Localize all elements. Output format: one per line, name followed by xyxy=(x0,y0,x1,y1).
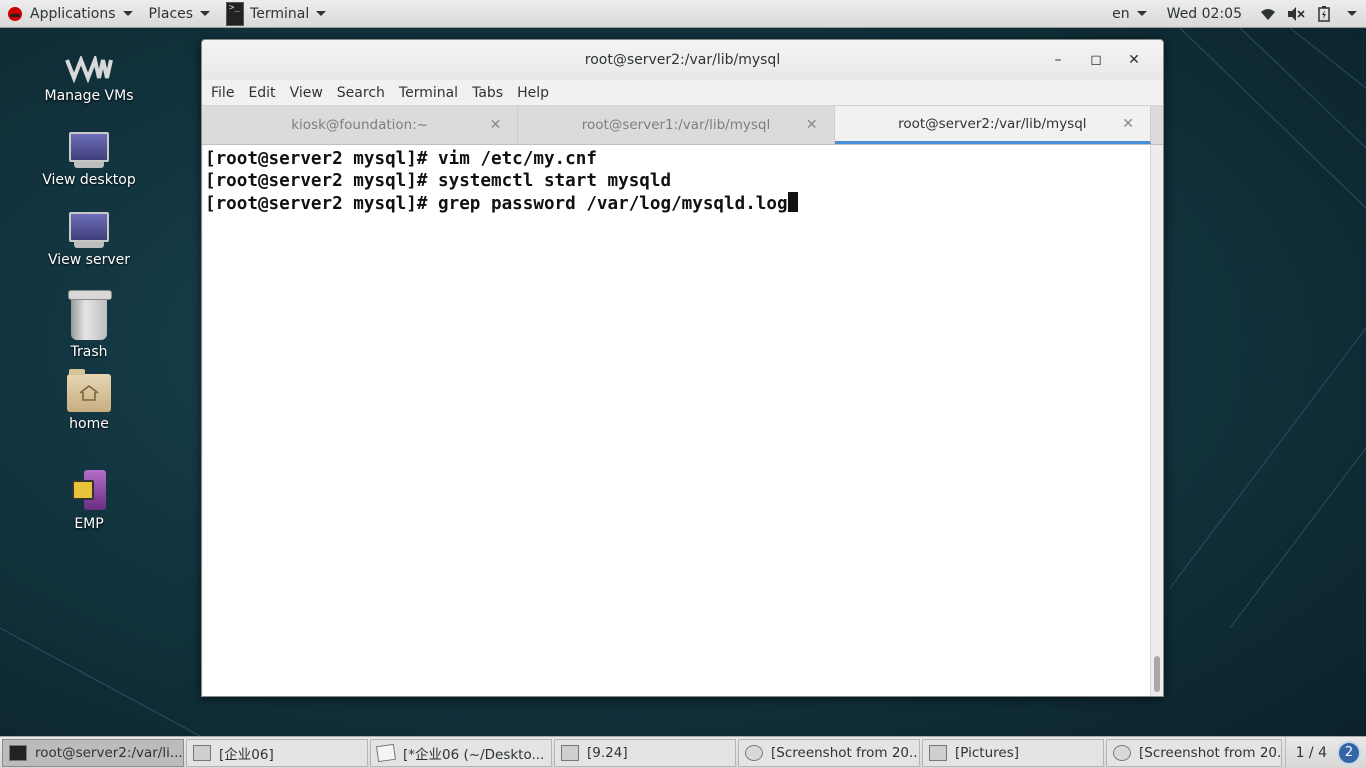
terminal-line-text: [root@server2 mysql]# grep password /var… xyxy=(205,194,788,214)
terminal-line-current: [root@server2 mysql]# grep password /var… xyxy=(205,192,1148,215)
text-cursor xyxy=(787,192,798,212)
power-menu-icon[interactable] xyxy=(1338,0,1366,28)
terminal-line: [root@server2 mysql]# systemctl start my… xyxy=(205,171,672,191)
applications-menu[interactable]: Applications xyxy=(0,0,141,28)
chevron-down-icon xyxy=(1136,11,1147,16)
trash-icon xyxy=(68,290,112,340)
places-label: Places xyxy=(148,5,194,22)
menu-edit[interactable]: Edit xyxy=(241,85,282,101)
bottom-taskbar: root@server2:/var/li... [企业06] [*企业06 (~… xyxy=(0,736,1366,768)
desktop-icon-label: home xyxy=(69,416,109,432)
chevron-down-icon xyxy=(122,11,133,16)
task-text-editor[interactable]: [*企业06 (~/Deskto... xyxy=(370,738,552,767)
menu-view[interactable]: View xyxy=(283,85,330,101)
tab-label: kiosk@foundation:~ xyxy=(291,117,429,133)
task-folder-pictures[interactable]: [Pictures] xyxy=(922,738,1104,767)
battery-icon[interactable] xyxy=(1310,0,1338,28)
task-screenshot-1[interactable]: [Screenshot from 20... xyxy=(738,738,920,767)
vm-logo-icon xyxy=(65,56,113,84)
desktop-icon-label: EMP xyxy=(74,516,104,532)
task-label: [Screenshot from 20... xyxy=(1139,744,1282,761)
folder-icon xyxy=(561,744,579,761)
desktop-icon-view-desktop[interactable]: View desktop xyxy=(24,132,154,188)
desktop-icon-label: Trash xyxy=(70,344,108,360)
terminal-icon: >_ xyxy=(226,1,245,26)
monitor-icon xyxy=(69,132,109,168)
volume-muted-icon[interactable] xyxy=(1282,0,1310,28)
text-editor-icon xyxy=(375,743,397,762)
task-folder-9-24[interactable]: [9.24] xyxy=(554,738,736,767)
desktop-icon-label: Manage VMs xyxy=(44,88,134,104)
task-screenshot-2[interactable]: [Screenshot from 20... xyxy=(1106,738,1282,767)
top-panel: Applications Places >_ Terminal en Wed 0… xyxy=(0,0,1366,28)
places-menu[interactable]: Places xyxy=(141,0,219,28)
tab-root-server1[interactable]: root@server1:/var/lib/mysql ✕ xyxy=(518,106,835,144)
chevron-down-icon xyxy=(1347,11,1357,16)
terminal-window: root@server2:/var/lib/mysql – ◻ ✕ File E… xyxy=(201,39,1164,697)
tab-bar: kiosk@foundation:~ ✕ root@server1:/var/l… xyxy=(202,106,1163,145)
language-selector[interactable]: en xyxy=(1104,0,1155,28)
window-title: root@server2:/var/lib/mysql xyxy=(584,52,781,68)
menu-bar: File Edit View Search Terminal Tabs Help xyxy=(202,80,1163,106)
menu-terminal[interactable]: Terminal xyxy=(392,85,465,101)
terminal-output[interactable]: [root@server2 mysql]# vim /etc/my.cnf [r… xyxy=(203,145,1150,696)
menu-help[interactable]: Help xyxy=(510,85,556,101)
task-label: [Pictures] xyxy=(955,744,1019,761)
desktop-icon-view-server[interactable]: View server xyxy=(24,212,154,268)
folder-icon xyxy=(929,744,947,761)
terminal-icon xyxy=(9,744,27,761)
close-tab-icon[interactable]: ✕ xyxy=(490,117,502,133)
close-button[interactable]: ✕ xyxy=(1115,52,1153,68)
menu-tabs[interactable]: Tabs xyxy=(465,85,510,101)
terminal-app-menu[interactable]: >_ Terminal xyxy=(218,0,334,28)
redhat-logo-icon xyxy=(8,6,22,21)
task-folder-qiye06[interactable]: [企业06] xyxy=(186,738,368,767)
chevron-down-icon xyxy=(316,11,327,16)
tab-root-server2[interactable]: root@server2:/var/lib/mysql ✕ xyxy=(834,106,1151,144)
tab-label: root@server1:/var/lib/mysql xyxy=(581,117,771,133)
task-label: [*企业06 (~/Deskto... xyxy=(403,746,545,763)
emp-app-icon xyxy=(72,470,106,512)
applications-label: Applications xyxy=(30,5,116,22)
image-viewer-icon xyxy=(1113,744,1131,761)
desktop-icon-emp[interactable]: EMP xyxy=(24,470,154,532)
task-label: [企业06] xyxy=(219,746,274,763)
desktop-icon-manage-vms[interactable]: Manage VMs xyxy=(24,48,154,104)
task-label: [9.24] xyxy=(587,744,628,761)
desktop-icon-label: View server xyxy=(48,252,130,268)
image-viewer-icon xyxy=(745,744,763,761)
task-label: root@server2:/var/li... xyxy=(35,744,183,761)
language-label: en xyxy=(1112,5,1130,22)
menu-search[interactable]: Search xyxy=(330,85,392,101)
close-tab-icon[interactable]: ✕ xyxy=(806,117,818,133)
scrollbar-thumb[interactable] xyxy=(1154,656,1160,692)
minimize-button[interactable]: – xyxy=(1039,52,1077,68)
desktop-icon-trash[interactable]: Trash xyxy=(24,290,154,360)
desktop-icon-home[interactable]: home xyxy=(24,369,154,432)
clock[interactable]: Wed 02:05 xyxy=(1155,6,1254,22)
terminal-app-label: Terminal xyxy=(250,5,310,22)
chevron-down-icon xyxy=(200,11,211,16)
monitor-icon xyxy=(69,212,109,248)
notification-badge[interactable]: 2 xyxy=(1337,740,1361,765)
task-terminal[interactable]: root@server2:/var/li... xyxy=(2,738,184,767)
terminal-line: [root@server2 mysql]# vim /etc/my.cnf xyxy=(205,149,597,169)
desktop-icon-label: View desktop xyxy=(42,172,136,188)
menu-file[interactable]: File xyxy=(204,85,241,101)
window-titlebar[interactable]: root@server2:/var/lib/mysql – ◻ ✕ xyxy=(202,40,1163,80)
home-folder-icon xyxy=(67,369,111,412)
terminal-scrollbar[interactable] xyxy=(1150,145,1163,696)
task-label: [Screenshot from 20... xyxy=(771,744,920,761)
tab-label: root@server2:/var/lib/mysql xyxy=(898,115,1087,132)
workspace-switcher[interactable]: 1 / 4 xyxy=(1284,736,1337,768)
maximize-button[interactable]: ◻ xyxy=(1077,52,1115,68)
tab-kiosk-foundation[interactable]: kiosk@foundation:~ ✕ xyxy=(202,106,519,144)
folder-icon xyxy=(193,744,211,761)
close-tab-icon[interactable]: ✕ xyxy=(1122,116,1134,132)
wifi-icon[interactable] xyxy=(1254,0,1282,28)
